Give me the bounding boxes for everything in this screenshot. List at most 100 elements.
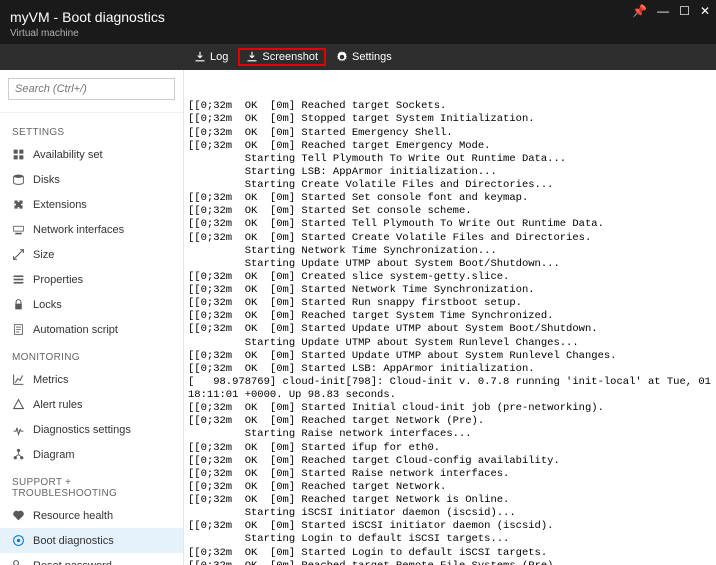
console-line: [[0;32m OK [0m] Reached target Remote Fi… <box>188 560 716 565</box>
nav-label: Locks <box>33 299 62 311</box>
console-line: [[0;32m OK [0m] Started Emergency Shell. <box>188 127 716 140</box>
console-line: 18:11:01 +0000. Up 98.83 seconds. <box>188 389 716 402</box>
sidebar-item-disks[interactable]: Disks <box>0 167 183 192</box>
console-line: [[0;32m OK [0m] Started Create Volatile … <box>188 232 716 245</box>
console-line: [[0;32m OK [0m] Reached target Network i… <box>188 494 716 507</box>
lock-icon <box>12 298 25 311</box>
console-line: [[0;32m OK [0m] Started Set console sche… <box>188 205 716 218</box>
nav-label: Diagram <box>33 449 75 461</box>
console-line: Starting iSCSI initiator daemon (iscsid)… <box>188 507 716 520</box>
console-line: [[0;32m OK [0m] Started LSB: AppArmor in… <box>188 363 716 376</box>
page-title: myVM - Boot diagnostics <box>10 9 165 25</box>
console-line: [[0;32m OK [0m] Started ifup for eth0. <box>188 442 716 455</box>
nav-label: Properties <box>33 274 83 286</box>
alert-icon <box>12 398 25 411</box>
console-line: [[0;32m OK [0m] Started Login to default… <box>188 547 716 560</box>
console-line: [[0;32m OK [0m] Started iSCSI initiator … <box>188 520 716 533</box>
subtitle: Virtual machine <box>0 28 716 44</box>
toolbar: Log Screenshot Settings <box>0 44 716 70</box>
settings-label: Settings <box>352 51 392 63</box>
sidebar-item-bootdiag[interactable]: Boot diagnostics <box>0 528 183 553</box>
disks-icon <box>12 173 25 186</box>
console-line: [[0;32m OK [0m] Reached target Cloud-con… <box>188 455 716 468</box>
console-line: [ 98.978769] cloud-init[798]: Cloud-init… <box>188 376 716 389</box>
console-line: Starting Raise network interfaces... <box>188 428 716 441</box>
settings-button[interactable]: Settings <box>328 48 400 66</box>
sidebar-item-extensions[interactable]: Extensions <box>0 192 183 217</box>
metrics-icon <box>12 373 25 386</box>
pin-icon[interactable]: 📌 <box>632 4 647 18</box>
console-line: Starting Update UTMP about System Boot/S… <box>188 258 716 271</box>
log-label: Log <box>210 51 228 63</box>
key-icon <box>12 559 25 565</box>
console-line: Starting Create Volatile Files and Direc… <box>188 179 716 192</box>
sidebar-item-properties[interactable]: Properties <box>0 267 183 292</box>
nav-label: Alert rules <box>33 399 83 411</box>
console-line: [[0;32m OK [0m] Started Update UTMP abou… <box>188 350 716 363</box>
sidebar-item-alertrules[interactable]: Alert rules <box>0 392 183 417</box>
extensions-icon <box>12 198 25 211</box>
sidebar-item-diagsettings[interactable]: Diagnostics settings <box>0 417 183 442</box>
boot-icon <box>12 534 25 547</box>
console-line: [[0;32m OK [0m] Reached target Sockets. <box>188 100 716 113</box>
nav-label: Automation script <box>33 324 118 336</box>
nav-label: Diagnostics settings <box>33 424 131 436</box>
sidebar-item-metrics[interactable]: Metrics <box>0 367 183 392</box>
properties-icon <box>12 273 25 286</box>
console-line: [[0;32m OK [0m] Reached target System Ti… <box>188 310 716 323</box>
sidebar-item-automation[interactable]: Automation script <box>0 317 183 342</box>
sidebar-item-resourcehealth[interactable]: Resource health <box>0 503 183 528</box>
console-line: [[0;32m OK [0m] Stopped target System In… <box>188 113 716 126</box>
sidebar-item-nics[interactable]: Network interfaces <box>0 217 183 242</box>
log-button[interactable]: Log <box>186 48 236 66</box>
nav-label: Reset password <box>33 560 112 565</box>
close-icon[interactable]: ✕ <box>700 4 710 18</box>
console-line: Starting Update UTMP about System Runlev… <box>188 337 716 350</box>
titlebar: myVM - Boot diagnostics 📌 — ☐ ✕ <box>0 0 716 28</box>
sidebar: SETTINGS Availability set Disks Extensio… <box>0 70 184 565</box>
gear-icon <box>336 51 348 63</box>
console-line: [[0;32m OK [0m] Started Run snappy first… <box>188 297 716 310</box>
nav-label: Network interfaces <box>33 224 124 236</box>
availability-icon <box>12 148 25 161</box>
sidebar-item-availability[interactable]: Availability set <box>0 142 183 167</box>
console-line: [[0;32m OK [0m] Reached target Network (… <box>188 415 716 428</box>
section-support: SUPPORT + TROUBLESHOOTING <box>0 467 183 503</box>
console-line: [[0;32m OK [0m] Created slice system-get… <box>188 271 716 284</box>
sidebar-item-size[interactable]: Size <box>0 242 183 267</box>
section-monitoring: MONITORING <box>0 342 183 367</box>
window-controls: 📌 — ☐ ✕ <box>632 4 710 18</box>
screenshot-button[interactable]: Screenshot <box>238 48 326 66</box>
console-line: [[0;32m OK [0m] Started Network Time Syn… <box>188 284 716 297</box>
download-icon <box>246 51 258 63</box>
script-icon <box>12 323 25 336</box>
console-line: [[0;32m OK [0m] Started Set console font… <box>188 192 716 205</box>
console-output: [[0;32m OK [0m] Reached target Sockets.[… <box>184 70 716 565</box>
nav-label: Disks <box>33 174 60 186</box>
nav-label: Boot diagnostics <box>33 535 114 547</box>
sidebar-item-diagram[interactable]: Diagram <box>0 442 183 467</box>
console-line: [[0;32m OK [0m] Started Initial cloud-in… <box>188 402 716 415</box>
sidebar-item-resetpw[interactable]: Reset password <box>0 553 183 565</box>
nav-label: Extensions <box>33 199 87 211</box>
maximize-icon[interactable]: ☐ <box>679 4 690 18</box>
diagram-icon <box>12 448 25 461</box>
nav-label: Size <box>33 249 54 261</box>
heart-icon <box>12 509 25 522</box>
console-line: [[0;32m OK [0m] Started Update UTMP abou… <box>188 323 716 336</box>
search-input[interactable] <box>8 78 175 100</box>
nav-label: Availability set <box>33 149 103 161</box>
sidebar-item-locks[interactable]: Locks <box>0 292 183 317</box>
size-icon <box>12 248 25 261</box>
minimize-icon[interactable]: — <box>657 4 669 18</box>
console-line: Starting LSB: AppArmor initialization... <box>188 166 716 179</box>
download-icon <box>194 51 206 63</box>
console-line: Starting Network Time Synchronization... <box>188 245 716 258</box>
console-line: [[0;32m OK [0m] Started Tell Plymouth To… <box>188 218 716 231</box>
screenshot-label: Screenshot <box>262 51 318 63</box>
nav-label: Resource health <box>33 510 113 522</box>
nav-label: Metrics <box>33 374 68 386</box>
diag-icon <box>12 423 25 436</box>
console-line: [[0;32m OK [0m] Reached target Network. <box>188 481 716 494</box>
network-icon <box>12 223 25 236</box>
